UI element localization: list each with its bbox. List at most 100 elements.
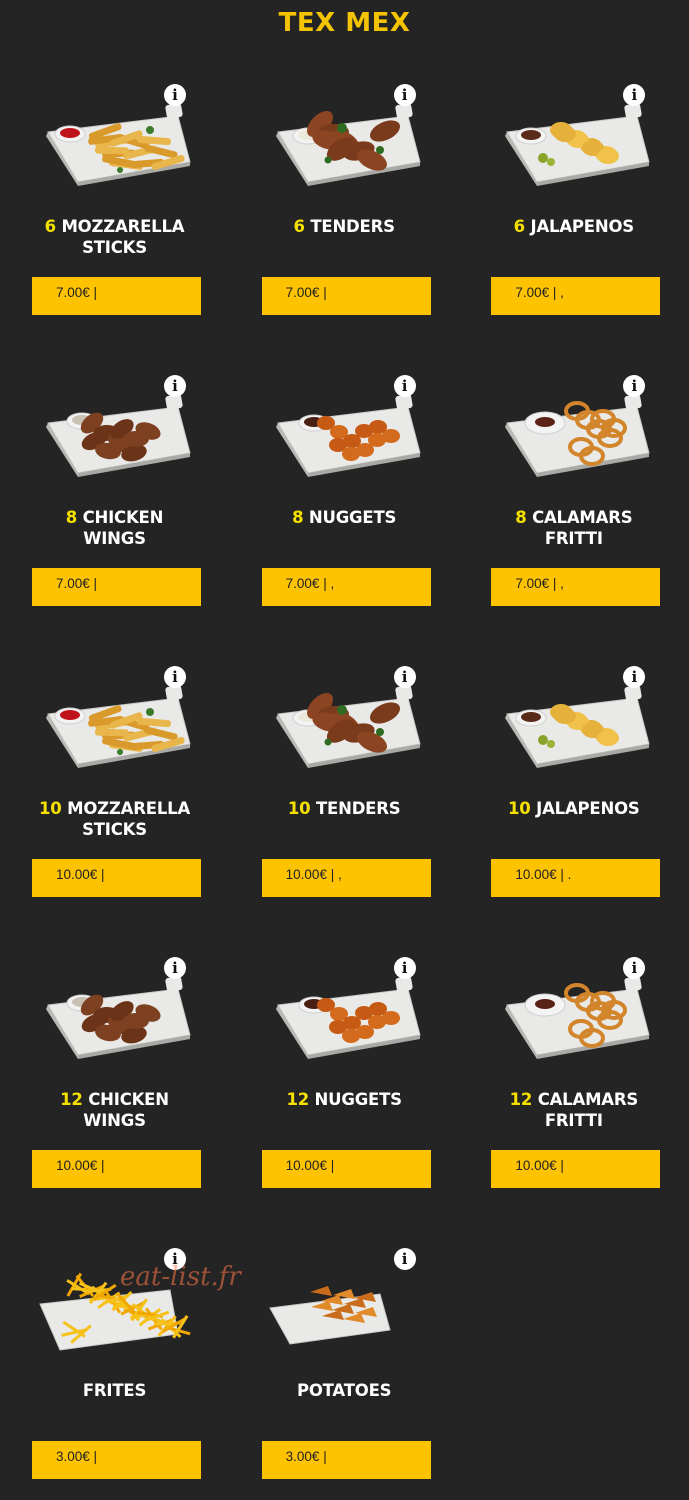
item-name-line1: 10 JALAPENOS	[459, 798, 688, 819]
price-button[interactable]: 7.00€ |	[261, 277, 431, 315]
item-name: 8 CHICKEN WINGS	[0, 507, 229, 549]
menu-item[interactable]: i6 JALAPENOS 7.00€ | ,	[459, 70, 688, 361]
calamars-image[interactable]	[459, 361, 688, 491]
nuggets-image[interactable]	[230, 943, 459, 1073]
menu-item[interactable]: i 6 TENDERS 7.00€ |	[230, 70, 459, 361]
item-name-line1: 6 MOZZARELLA	[0, 216, 229, 237]
info-icon[interactable]: i	[164, 957, 186, 979]
info-icon[interactable]: i	[393, 1248, 416, 1270]
item-label: NUGGETS	[314, 1090, 403, 1109]
item-name-line1: 10 TENDERS	[230, 798, 459, 819]
item-name-line1: 10 MOZZARELLA	[0, 798, 229, 819]
info-icon[interactable]: i	[164, 666, 186, 688]
item-name-line1: 6 JALAPENOS	[459, 216, 688, 237]
price-button[interactable]: 10.00€ | ,	[261, 859, 431, 897]
item-qty: 6	[44, 217, 62, 236]
potatoes-image[interactable]	[230, 1234, 459, 1364]
menu-item[interactable]: i 12 NUGGETS 10.00€ |	[230, 943, 459, 1234]
price-button[interactable]: 10.00€ | .	[491, 859, 661, 897]
menu-item[interactable]: i 10 MOZZARELLA STICKS 10.00€ |	[0, 652, 229, 943]
frites-image[interactable]	[0, 1234, 229, 1364]
item-label: CHICKEN	[82, 508, 164, 527]
item-qty: 8	[65, 508, 83, 527]
item-name: 12 CALAMARS FRITTI	[459, 1089, 688, 1131]
price-button[interactable]: 10.00€ |	[491, 1150, 661, 1188]
info-icon[interactable]: i	[393, 666, 416, 688]
info-icon[interactable]: i	[393, 375, 416, 397]
item-label: MOZZARELLA	[67, 799, 191, 818]
item-name-line2: WINGS	[83, 529, 146, 548]
item-name: POTATOES	[230, 1380, 459, 1401]
item-name-line1: 12 CALAMARS	[459, 1089, 688, 1110]
info-icon[interactable]: i	[393, 84, 416, 106]
price-button[interactable]: 7.00€ |	[32, 277, 201, 315]
item-name-line1: 12 CHICKEN	[0, 1089, 229, 1110]
item-name: FRITES	[0, 1380, 229, 1401]
tenders-image[interactable]	[230, 652, 459, 782]
item-name: 10 JALAPENOS	[459, 798, 688, 819]
menu-item[interactable]: i POTATOES 3.00€ |	[230, 1234, 459, 1500]
price-button[interactable]: 7.00€ | ,	[261, 568, 431, 606]
item-qty: 10	[287, 799, 316, 818]
item-name-line2: FRITTI	[544, 1111, 603, 1130]
info-icon[interactable]: i	[164, 84, 186, 106]
jalapenos-image[interactable]	[459, 70, 688, 200]
item-label: CALAMARS	[532, 508, 633, 527]
jalapenos-image[interactable]	[459, 652, 688, 782]
item-qty: 8	[515, 508, 533, 527]
menu-item[interactable]: i8 CALAMARS FRITTI 7.00€ | ,	[459, 361, 688, 652]
item-name: 6 JALAPENOS	[459, 216, 688, 237]
menu-item[interactable]: i 12 CHICKEN WINGS 10.00€ |	[0, 943, 229, 1234]
item-label: MOZZARELLA	[61, 217, 185, 236]
item-name-line1: 12 NUGGETS	[230, 1089, 459, 1110]
item-label: CHICKEN	[88, 1090, 169, 1109]
price-button[interactable]: 10.00€ |	[32, 1150, 201, 1188]
item-name-line1: 8 NUGGETS	[230, 507, 459, 528]
menu-item[interactable]: i 10 TENDERS 10.00€ | ,	[230, 652, 459, 943]
item-name: 8 NUGGETS	[230, 507, 459, 528]
price-button[interactable]: 10.00€ |	[32, 859, 201, 897]
item-name: 10 TENDERS	[230, 798, 459, 819]
menu-item[interactable]: i6 MOZZARELLA STICKS 7.00€ |	[0, 70, 229, 361]
chicken-wings-image[interactable]	[0, 361, 229, 491]
item-name-line2: FRITTI	[544, 529, 603, 548]
item-name-line2: WINGS	[83, 1111, 146, 1130]
item-qty: 12	[286, 1090, 315, 1109]
price-button[interactable]: 7.00€ | ,	[491, 568, 661, 606]
info-icon[interactable]: i	[393, 957, 416, 979]
item-name: 10 MOZZARELLA STICKS	[0, 798, 229, 840]
item-name: 6 TENDERS	[230, 216, 459, 237]
tenders-image[interactable]	[230, 70, 459, 200]
price-button[interactable]: 3.00€ |	[32, 1441, 201, 1479]
item-qty: 6	[293, 217, 311, 236]
mozzarella-sticks-image[interactable]	[0, 652, 229, 782]
mozzarella-sticks-image[interactable]	[0, 70, 229, 200]
item-qty: 8	[292, 508, 309, 527]
menu-item[interactable]: i 8 NUGGETS 7.00€ | ,	[230, 361, 459, 652]
item-label: TENDERS	[310, 217, 395, 236]
calamars-image[interactable]	[459, 943, 688, 1073]
menu-item[interactable]: i 10 JALAPENOS 10.00€ | .	[459, 652, 688, 943]
item-name-line1: POTATOES	[230, 1380, 459, 1401]
info-icon[interactable]: i	[164, 375, 186, 397]
menu-item[interactable]: i 12 CALAMARS FRITTI 10.00€ |	[459, 943, 688, 1234]
price-button[interactable]: 7.00€ | ,	[491, 277, 661, 315]
item-qty: 10	[508, 799, 537, 818]
item-name: 12 CHICKEN WINGS	[0, 1089, 229, 1131]
price-button[interactable]: 10.00€ |	[261, 1150, 431, 1188]
price-button[interactable]: 7.00€ |	[32, 568, 201, 606]
item-label: FRITES	[82, 1381, 147, 1400]
chicken-wings-image[interactable]	[0, 943, 229, 1073]
item-label: JALAPENOS	[530, 217, 635, 236]
nuggets-image[interactable]	[230, 361, 459, 491]
item-name: 8 CALAMARS FRITTI	[459, 507, 688, 549]
item-label: CALAMARS	[537, 1090, 639, 1109]
item-qty: 12	[509, 1090, 538, 1109]
watermark: eat-list.fr	[120, 1262, 241, 1292]
menu-item[interactable]: i 8 CHICKEN WINGS 7.00€ |	[0, 361, 229, 652]
item-name-line1: FRITES	[0, 1380, 229, 1401]
item-name-line2: STICKS	[82, 238, 147, 257]
item-name-line1: 6 TENDERS	[230, 216, 459, 237]
item-name-line1: 8 CALAMARS	[459, 507, 688, 528]
price-button[interactable]: 3.00€ |	[261, 1441, 431, 1479]
